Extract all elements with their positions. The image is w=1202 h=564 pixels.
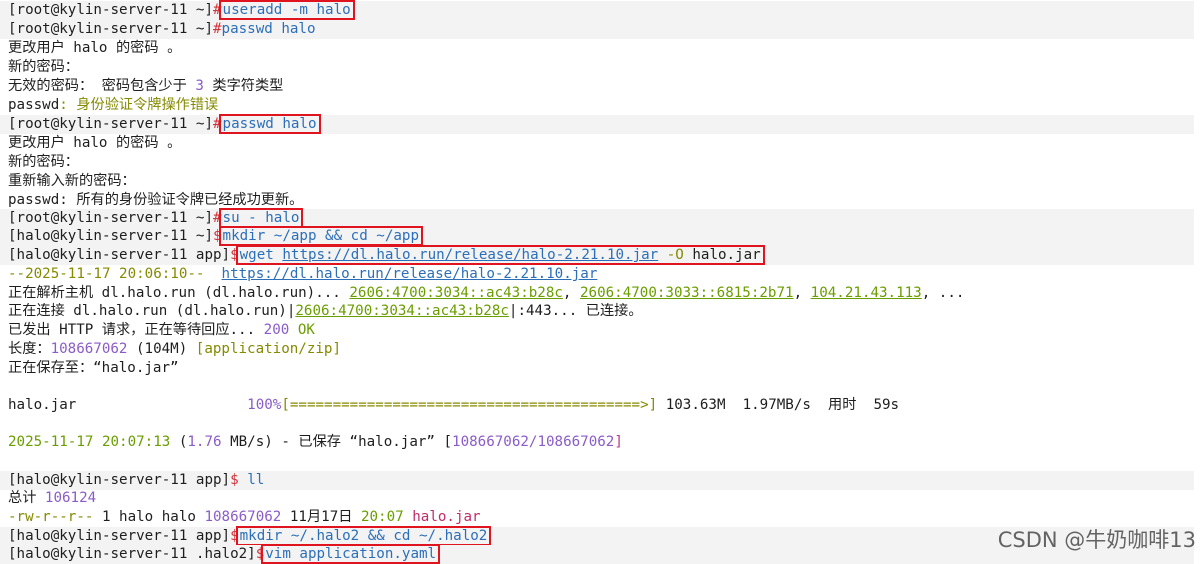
file-permissions: -rw-r--r-- (8, 509, 94, 525)
output-text: 类字符类型 (203, 78, 284, 94)
file-owner: 1 halo halo (93, 509, 205, 525)
progress-percent: 100% (247, 397, 282, 413)
output-line: passwd: 所有的身份验证令牌已经成功更新。 (8, 191, 1194, 210)
ip-address: 2606:4700:3034::ac43:b28c (349, 285, 563, 301)
output-line: 总计 106124 (8, 489, 1194, 508)
file-size: 108667062 (204, 509, 282, 525)
output-timestamp: 2025-11-17 20:07:13 (8, 434, 171, 450)
ip-address: 104.21.43.113 (810, 285, 922, 301)
prompt: [halo@kylin-server-11 app] (8, 247, 231, 263)
file-time: 20:07 (360, 509, 404, 525)
output-text: 长度： (8, 341, 51, 357)
prompt: [halo@kylin-server-11 .halo2] (8, 546, 256, 562)
prompt: [root@kylin-server-11 ~] (8, 116, 213, 132)
output-text: 正在连接 dl.halo.run (dl.halo.run)| (8, 303, 296, 319)
output-text: 无效的密码： 密码包含少于 (8, 78, 196, 94)
command-passwd: passwd halo (218, 114, 321, 134)
output-text: passwd (8, 97, 60, 113)
terminal-line: [halo@kylin-server-11 app]$wget https://… (0, 245, 1194, 265)
ip-address: 2606:4700:3033::6815:2b71 (580, 285, 794, 301)
output-text: 已发出 HTTP 请求，正在等待回应... (8, 322, 264, 338)
output-line: 2025-11-17 20:07:13 (1.76 MB/s) - 已保存 “h… (8, 433, 1194, 452)
output-text: ] (614, 434, 623, 450)
output-timestamp: --2025-11-17 20:06:10-- (8, 266, 222, 282)
command-text: wget (239, 247, 283, 263)
prompt: [halo@kylin-server-11 ~] (8, 228, 213, 244)
command-vim: vim application.yaml (261, 544, 441, 564)
command-useradd: useradd -m halo (218, 0, 355, 20)
output-text: |:443... 已连接。 (508, 303, 643, 319)
command-mkdir-app: mkdir ~/app && cd ~/app (218, 226, 424, 246)
file-date: 11月17日 (281, 509, 361, 525)
output-text: , ... (921, 285, 965, 301)
output-text: : 所有的身份验证令牌已经成功更新。 (59, 192, 304, 208)
download-progress-line: halo.jar 100%[==========================… (8, 396, 1194, 415)
download-url-link[interactable]: https://dl.halo.run/release/halo-2.21.10… (222, 266, 598, 282)
output-line: 正在保存至：“halo.jar” (8, 360, 179, 376)
terminal-line: [halo@kylin-server-11 ~]$mkdir ~/app && … (0, 226, 1194, 246)
output-line: 长度：108667062 (104M) [application/zip] (8, 340, 1194, 359)
output-number: 1.76 (187, 434, 222, 450)
terminal-line: [root@kylin-server-11 ~]#passwd halo (0, 20, 1194, 39)
output-line: 更改用户 halo 的密码 。 (8, 135, 182, 151)
prompt: [halo@kylin-server-11 app] (8, 528, 231, 544)
output-text: MB/s) - 已保存 “halo.jar” [ (221, 434, 453, 450)
output-text: 总计 (8, 490, 45, 506)
command-text: halo.jar (683, 247, 761, 263)
command-flag: -O (658, 247, 684, 263)
prompt: [root@kylin-server-11 ~] (8, 21, 213, 37)
output-text: : 身份验证令牌操作错误 (59, 97, 219, 113)
output-text: (104M) (127, 341, 196, 357)
http-status-code: 200 (263, 322, 290, 338)
prompt: [halo@kylin-server-11 app] (8, 472, 231, 488)
command-passwd: passwd halo (221, 21, 316, 37)
output-line: --2025-11-17 20:06:10-- https://dl.halo.… (8, 265, 1194, 284)
file-name[interactable]: halo.jar (412, 509, 480, 525)
ip-address: 2606:4700:3034::ac43:b28c (295, 303, 509, 319)
output-line: 新的密码： (8, 59, 79, 75)
output-line: 无效的密码： 密码包含少于 3 类字符类型 (8, 77, 1194, 96)
http-status-text: OK (289, 322, 315, 338)
csdn-watermark: CSDN @牛奶咖啡13 (997, 528, 1196, 552)
command-wget: wget https://dl.halo.run/release/halo-2.… (235, 245, 765, 265)
terminal-line: [root@kylin-server-11 ~]#passwd halo (0, 114, 1194, 134)
output-line: 正在连接 dl.halo.run (dl.halo.run)|2606:4700… (8, 302, 1194, 321)
command-mkdir-halo2: mkdir ~/.halo2 && cd ~/.halo2 (235, 526, 492, 546)
progress-filename: halo.jar (8, 397, 248, 413)
terminal-line: [halo@kylin-server-11 app]$$ ll (0, 471, 1194, 490)
output-number: 3 (195, 78, 204, 94)
output-text: 正在解析主机 dl.halo.run (dl.halo.run)... (8, 285, 350, 301)
output-line: 重新输入新的密码： (8, 173, 136, 189)
progress-stats: 103.63M 1.97MB/s 用时 59s (657, 397, 900, 413)
output-text: , (562, 285, 581, 301)
prompt: [root@kylin-server-11 ~] (8, 210, 213, 226)
output-text: , (793, 285, 811, 301)
output-line: 新的密码： (8, 154, 79, 170)
output-line: 已发出 HTTP 请求，正在等待回应... 200 OK (8, 321, 1194, 340)
output-text: passwd (8, 192, 60, 208)
command-su: su - halo (218, 208, 304, 228)
command-text: ll (247, 472, 265, 488)
output-line: 更改用户 halo 的密码 。 (8, 40, 182, 56)
prompt-symbol: # (213, 21, 222, 37)
output-number: 108667062/108667062 (452, 434, 615, 450)
prompt: [root@kylin-server-11 ~] (8, 2, 213, 18)
output-line: passwd: 身份验证令牌操作错误 (8, 96, 1194, 115)
output-number: 106124 (44, 490, 97, 506)
terminal-line: [root@kylin-server-11 ~]#su - halo (0, 208, 1194, 228)
progress-bar: [=======================================… (281, 397, 658, 413)
prompt-symbol: $ (230, 472, 239, 488)
terminal-window[interactable]: [root@kylin-server-11 ~]#useradd -m halo… (0, 0, 1202, 564)
output-text: ( (170, 434, 188, 450)
terminal-line: [root@kylin-server-11 ~]#useradd -m halo (0, 0, 1194, 20)
command-ll: ll (239, 472, 265, 488)
output-number: 108667062 (50, 341, 128, 357)
output-line: 正在解析主机 dl.halo.run (dl.halo.run)... 2606… (8, 284, 1194, 303)
download-url-link[interactable]: https://dl.halo.run/release/halo-2.21.10… (282, 247, 658, 263)
content-type: [application/zip] (195, 341, 342, 357)
